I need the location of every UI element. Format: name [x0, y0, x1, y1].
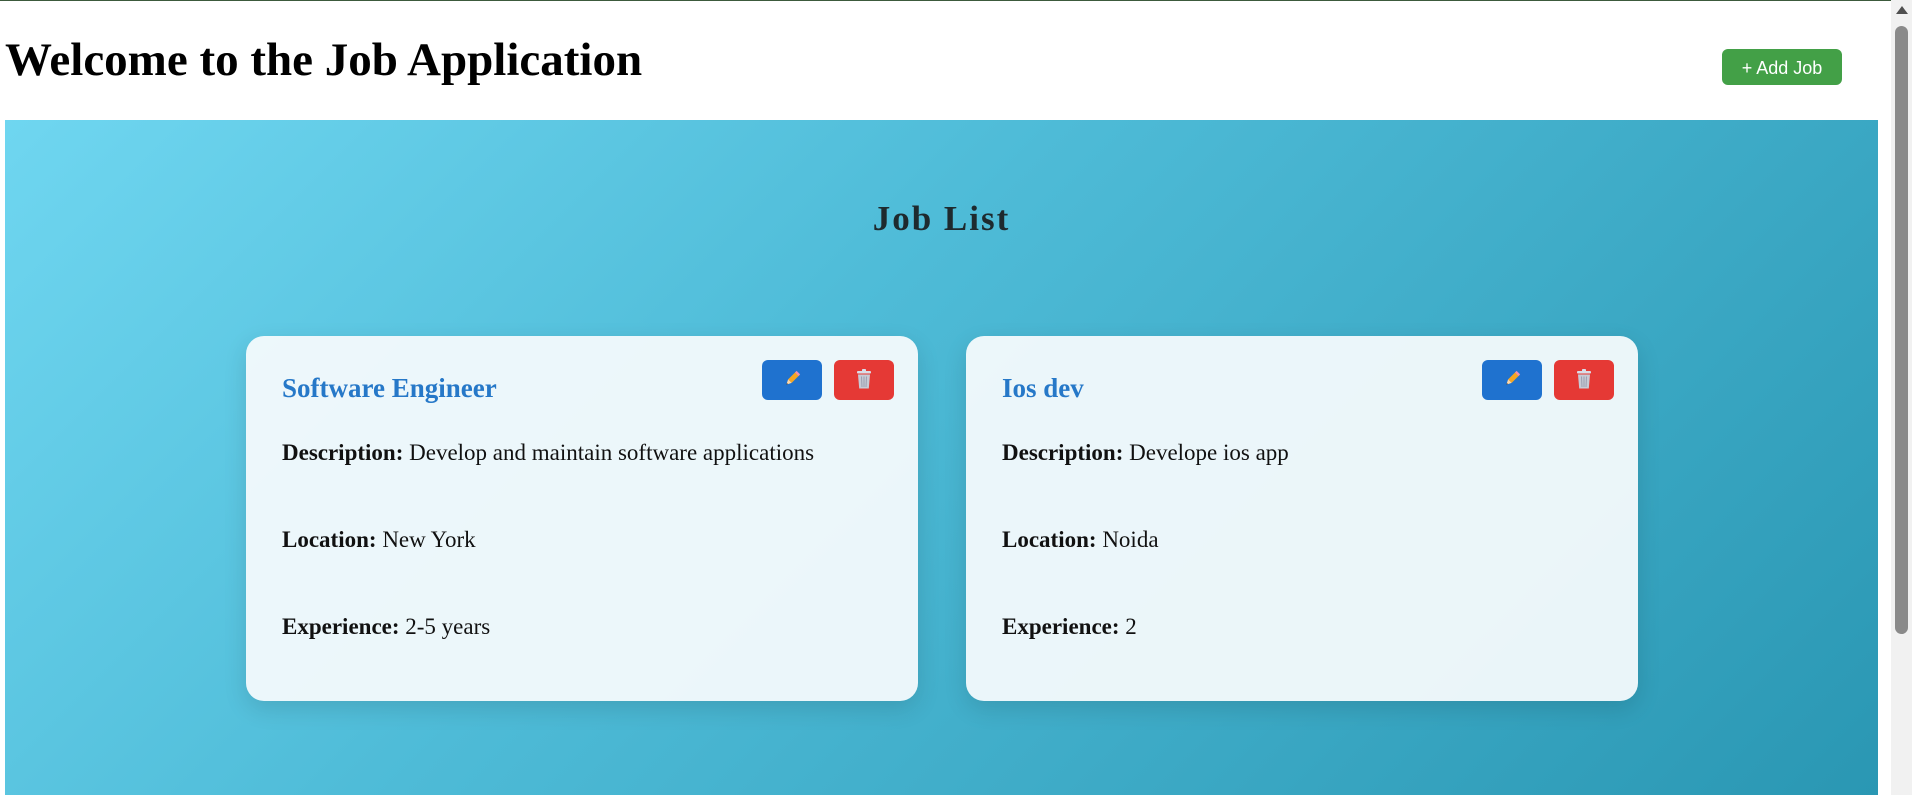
- location-label: Location:: [1002, 527, 1097, 552]
- pencil-icon: [1502, 369, 1522, 392]
- pencil-icon: [782, 369, 802, 392]
- description-value: Develope ios app: [1129, 440, 1289, 465]
- edit-job-button[interactable]: [1482, 360, 1542, 400]
- job-list-panel: Job List Software Engineer Description: …: [5, 120, 1878, 795]
- page-title: Welcome to the Job Application: [5, 34, 643, 86]
- job-location: Location: Noida: [1002, 525, 1159, 555]
- trash-icon: [854, 368, 874, 393]
- job-location: Location: New York: [282, 525, 476, 555]
- description-label: Description:: [282, 440, 404, 465]
- job-experience: Experience: 2: [1002, 612, 1137, 642]
- delete-job-button[interactable]: [1554, 360, 1614, 400]
- experience-value: 2: [1125, 614, 1137, 639]
- delete-job-button[interactable]: [834, 360, 894, 400]
- section-title: Job List: [872, 199, 1011, 238]
- job-description: Description: Develope ios app: [1002, 438, 1289, 468]
- edit-job-button[interactable]: [762, 360, 822, 400]
- description-value: Develop and maintain software applicatio…: [409, 440, 815, 465]
- location-label: Location:: [282, 527, 377, 552]
- trash-icon: [1574, 368, 1594, 393]
- job-title: Ios dev: [1002, 373, 1084, 403]
- experience-label: Experience:: [1002, 614, 1120, 639]
- add-job-button[interactable]: + Add Job: [1722, 49, 1842, 85]
- job-card: Ios dev Description: Develope ios app Lo…: [966, 336, 1638, 701]
- location-value: Noida: [1102, 527, 1159, 552]
- job-title: Software Engineer: [282, 373, 497, 403]
- job-description: Description: Develop and maintain softwa…: [282, 438, 814, 468]
- scroll-up-arrow-icon[interactable]: [1896, 6, 1908, 14]
- scrollbar-thumb[interactable]: [1895, 26, 1908, 634]
- vertical-scrollbar[interactable]: [1891, 0, 1912, 795]
- description-label: Description:: [1002, 440, 1124, 465]
- location-value: New York: [382, 527, 476, 552]
- experience-value: 2-5 years: [405, 614, 491, 639]
- job-card: Software Engineer Description: Develop a…: [246, 336, 918, 701]
- job-experience: Experience: 2-5 years: [282, 612, 490, 642]
- top-border-line: [0, 0, 1912, 1]
- experience-label: Experience:: [282, 614, 400, 639]
